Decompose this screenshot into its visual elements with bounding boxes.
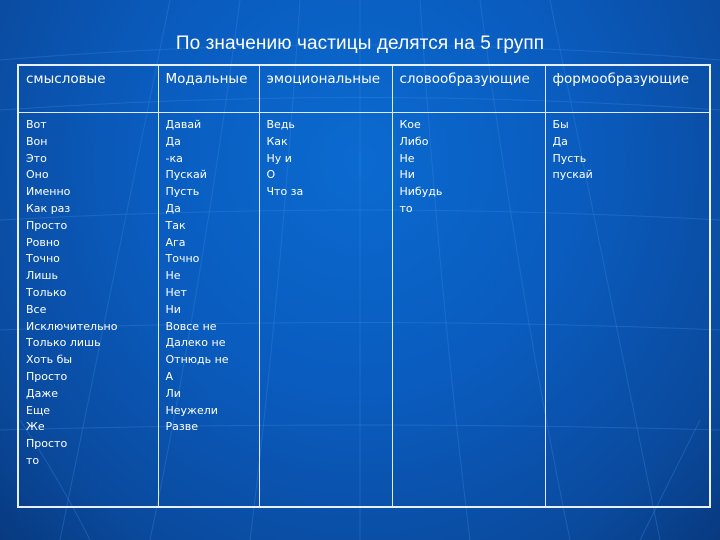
particle-item: то	[399, 201, 413, 215]
particle-item: Оно	[26, 168, 49, 182]
table-row: Вот Вон Это Оно Именно Как раз Просто Ровно Точн…	[17, 112, 711, 508]
particle-item: Не	[165, 269, 181, 283]
particle-item: Это	[26, 151, 47, 165]
particle-item: Вовсе не	[165, 319, 217, 333]
particle-item: Нибудь	[399, 185, 443, 199]
particle-item: Лишь	[26, 269, 58, 283]
particle-item: Все	[26, 302, 47, 316]
particle-item: Ровно	[26, 235, 60, 249]
particle-item: Ну и	[266, 151, 292, 165]
particle-item: Что за	[266, 185, 304, 199]
particle-item: -ка	[165, 151, 183, 165]
particle-item: О	[266, 168, 276, 182]
particle-item: Пускай	[165, 168, 207, 182]
column-cell-modal: Давай Да -ка Пускай Пусть Да Так Ага Точно Не Нет Н…	[157, 112, 260, 508]
column-cell-emotional: Ведь Как Ну и О Что за	[258, 112, 393, 508]
particle-item: Ли	[165, 386, 181, 400]
slide-title: По значению частицы делятся на 5 групп	[175, 33, 545, 54]
header-modal: Модальные	[157, 64, 260, 113]
particle-item: Ни	[165, 302, 181, 316]
column-cell-semantic: Вот Вон Это Оно Именно Как раз Просто Ровно Точн…	[17, 112, 159, 508]
particle-item: Точно	[26, 252, 60, 266]
particle-item: Нет	[165, 285, 187, 299]
particle-item: Просто	[26, 437, 68, 451]
particle-item: Бы	[552, 118, 569, 131]
particle-item: то	[26, 453, 40, 467]
particle-item: Только	[26, 285, 67, 299]
particle-item: Ни	[399, 168, 415, 182]
header-word-forming: словообразующие	[391, 64, 546, 113]
particle-item: Так	[165, 218, 186, 232]
column-cell-form-building: Бы Да Пусть пускай	[544, 112, 711, 508]
particle-item: Либо	[399, 134, 429, 148]
particle-item: Вот	[26, 118, 47, 131]
particle-item: Именно	[26, 185, 71, 199]
particle-item: А	[165, 369, 174, 383]
header-form-building: формообразующие	[544, 64, 711, 113]
particles-table: смысловые Модальные эмоциональные словоо…	[17, 64, 711, 508]
particle-item: Только лишь	[26, 336, 101, 350]
particle-item: Даже	[26, 386, 59, 400]
particle-item: Да	[165, 201, 181, 215]
particle-item: Как	[266, 134, 288, 148]
particle-item: Кое	[399, 118, 421, 131]
particle-item: Неужели	[165, 403, 218, 417]
particle-item: Как раз	[26, 201, 71, 215]
particle-item: Да	[552, 134, 568, 148]
particle-item: Пусть	[552, 151, 587, 165]
particle-item: Исключительно	[26, 319, 118, 333]
particle-item: Ага	[165, 235, 186, 249]
particle-item: Далеко не	[165, 336, 226, 350]
particle-item: Точно	[165, 252, 200, 266]
particle-item: пускай	[552, 168, 593, 182]
column-cell-word-forming: Кое Либо Не Ни Нибудь то	[391, 112, 546, 508]
particle-item: Пусть	[165, 185, 200, 199]
particle-item: Просто	[26, 369, 68, 383]
particle-item: Вон	[26, 134, 48, 148]
particle-item: Же	[26, 420, 45, 434]
table-header-row: смысловые Модальные эмоциональные словоо…	[17, 64, 711, 113]
particle-item: Не	[399, 151, 415, 165]
particle-item: Просто	[26, 218, 68, 232]
particle-item: Отнюдь не	[165, 353, 229, 367]
particle-item: Да	[165, 134, 181, 148]
particle-item: Ведь	[266, 118, 295, 131]
particle-item: Еще	[26, 403, 51, 417]
particle-item: Разве	[165, 420, 198, 434]
particle-item: Хоть бы	[26, 353, 73, 367]
header-emotional: эмоциональные	[258, 64, 393, 113]
particle-item: Давай	[165, 118, 202, 131]
header-semantic: смысловые	[17, 64, 159, 113]
